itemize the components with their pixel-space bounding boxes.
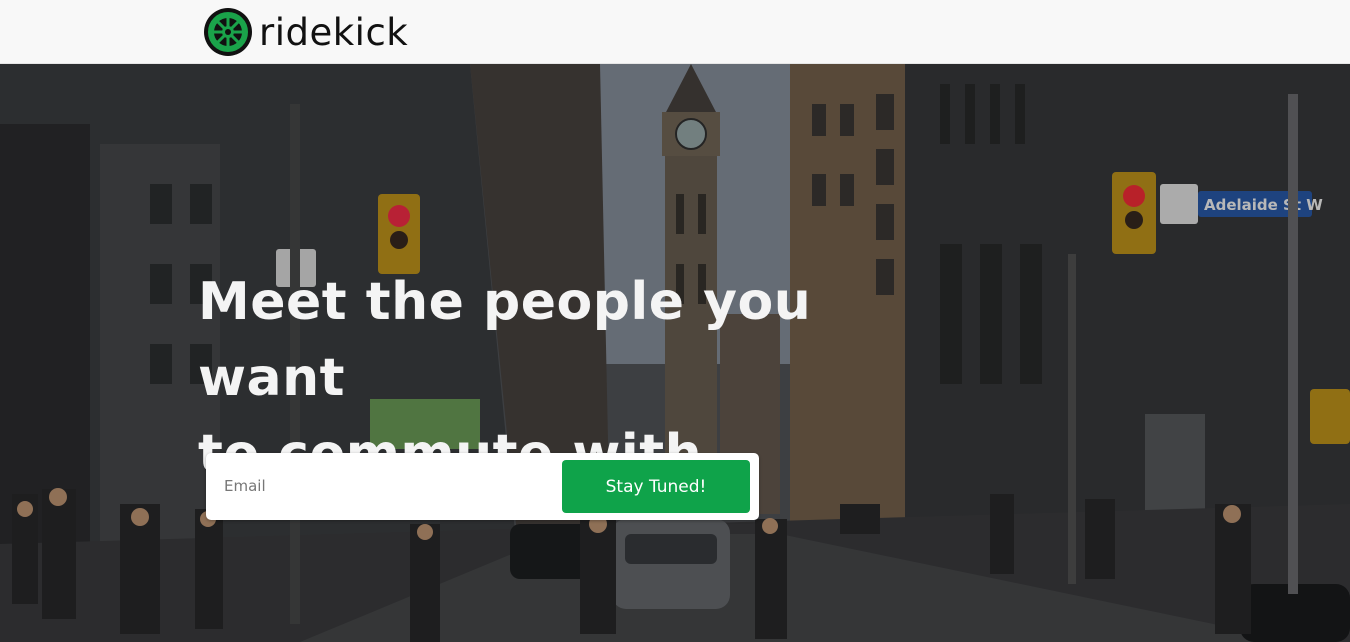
wheel-logo-icon [204,8,252,56]
hero-headline-line-1: Meet the people you want [198,272,812,408]
brand-logo-link[interactable]: ridekick [203,7,408,57]
email-signup-form: Stay Tuned! [206,453,759,520]
top-navbar: ridekick [0,0,1350,64]
email-input[interactable] [212,460,558,512]
stay-tuned-button[interactable]: Stay Tuned! [562,460,750,513]
brand-name: ridekick [259,10,409,54]
